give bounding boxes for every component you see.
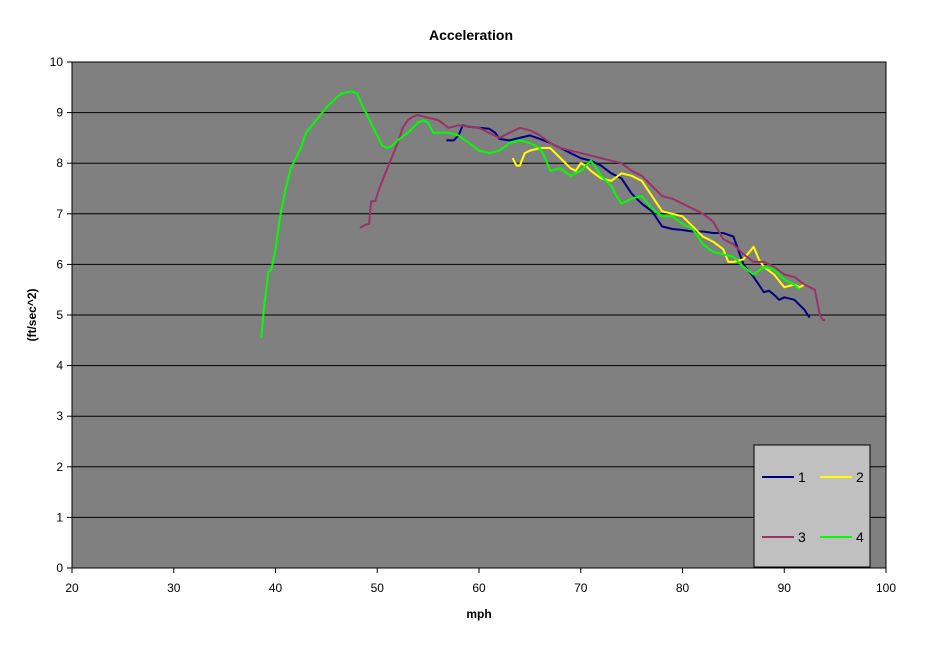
x-tick-label: 30 [167, 581, 181, 595]
x-axis-label: mph [466, 607, 491, 621]
y-axis-ticks: 0 1 2 3 4 5 6 7 8 9 10 [50, 55, 72, 575]
x-axis-ticks: 20 30 40 50 60 70 80 90 100 [65, 568, 896, 595]
y-tick-label: 2 [56, 460, 63, 474]
y-tick-label: 8 [56, 156, 63, 170]
x-tick-label: 60 [472, 581, 486, 595]
y-tick-label: 0 [56, 561, 63, 575]
legend-label-1: 1 [798, 469, 806, 485]
x-tick-label: 70 [574, 581, 588, 595]
y-tick-label: 3 [56, 409, 63, 423]
x-tick-label: 80 [676, 581, 690, 595]
y-tick-label: 10 [50, 55, 64, 69]
y-tick-label: 1 [56, 510, 63, 524]
chart-title: Acceleration [429, 27, 513, 43]
x-tick-label: 50 [371, 581, 385, 595]
x-tick-label: 100 [876, 581, 896, 595]
y-tick-label: 7 [56, 207, 63, 221]
y-tick-label: 4 [56, 359, 63, 373]
y-axis-label: (ft/sec^2) [25, 288, 39, 341]
y-tick-label: 9 [56, 106, 63, 120]
y-tick-label: 6 [56, 257, 63, 271]
x-tick-label: 40 [269, 581, 283, 595]
acceleration-chart: Acceleration 0 1 2 3 4 5 6 7 8 9 10 20 30 40 50 60 70 80… [25, 27, 896, 621]
legend-box [753, 444, 871, 568]
x-tick-label: 20 [65, 581, 79, 595]
x-tick-label: 90 [778, 581, 792, 595]
legend-label-2: 2 [856, 469, 864, 485]
y-tick-label: 5 [56, 308, 63, 322]
legend-label-4: 4 [856, 529, 864, 545]
legend: 1 2 3 4 [753, 444, 871, 568]
legend-label-3: 3 [798, 529, 806, 545]
